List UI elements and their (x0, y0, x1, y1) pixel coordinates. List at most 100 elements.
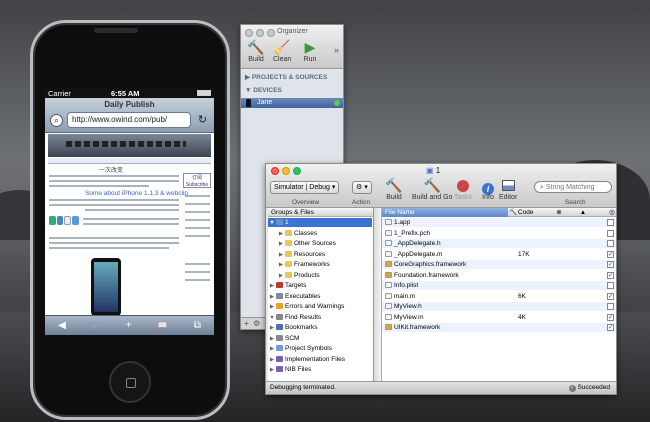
pages-icon[interactable]: ⧉ (194, 320, 201, 331)
disclosure-closed-icon[interactable]: ▶ (268, 324, 276, 333)
projects-section-label[interactable]: ▶ PROJECTS & SOURCES (245, 73, 327, 81)
tree-item[interactable]: ▶ Frameworks (268, 260, 372, 269)
tree-item[interactable]: ▼ 1 (268, 218, 372, 227)
search-field[interactable]: ⌕ String Matching (534, 181, 612, 193)
tree-item[interactable]: ▶ Products (268, 271, 372, 280)
window-controls[interactable] (271, 167, 301, 175)
article-title-link[interactable]: Some about iPhone 1.1.3 & webclip (85, 190, 188, 197)
gear-icon[interactable]: ⚙ (253, 319, 260, 328)
disclosure-open-icon[interactable]: ▼ (268, 219, 276, 228)
target-checkbox[interactable]: ✓ (607, 271, 614, 279)
disclosure-closed-icon[interactable]: ▶ (277, 240, 285, 249)
file-row[interactable]: Info.plist (382, 281, 616, 290)
target-checkbox[interactable]: ✓ (607, 261, 614, 268)
file-row[interactable]: CoreGraphics.framework ✓ (382, 260, 616, 269)
target-checkbox[interactable] (607, 303, 614, 310)
build-column-icon[interactable]: 🔨 (509, 208, 517, 217)
disclosure-open-icon[interactable]: ▼ (268, 314, 276, 323)
tasks-button[interactable]: Tasks (454, 177, 472, 201)
target-checkbox[interactable]: ✓ (607, 313, 614, 321)
tree-item-label: SCM (285, 334, 300, 342)
tree-item[interactable]: ▶ Resources (268, 250, 372, 259)
window-controls[interactable] (245, 29, 275, 37)
tree-item[interactable]: ▼ Find Results (268, 313, 372, 322)
build-button[interactable]: 🔨 Build (247, 39, 265, 63)
tree-item[interactable]: ▶ Classes (268, 229, 372, 238)
close-icon[interactable] (245, 29, 253, 37)
tree-item[interactable]: ▶ SCM (268, 334, 372, 343)
disclosure-closed-icon[interactable]: ▶ (268, 366, 276, 375)
web-content[interactable]: 一次改变 Some about iPhone 1.1.3 & webclip 订… (45, 133, 214, 315)
close-icon[interactable] (271, 167, 279, 175)
add-icon[interactable]: + (126, 320, 132, 331)
back-icon[interactable]: ◀ (58, 320, 66, 331)
run-button[interactable]: ▶ Run (301, 39, 319, 63)
disclosure-closed-icon[interactable]: ▶ (277, 272, 285, 281)
tree-item[interactable]: ▶ Implementation Files (268, 355, 372, 364)
disclosure-closed-icon[interactable]: ▶ (277, 251, 285, 260)
tree-item[interactable]: ▶ Bookmarks (268, 323, 372, 332)
bookmarks-icon[interactable]: 📖 (158, 321, 168, 330)
file-row[interactable]: MyView.m 4K ✓ (382, 313, 616, 322)
file-row[interactable]: Foundation.framework ✓ (382, 271, 616, 280)
target-checkbox[interactable] (607, 229, 614, 237)
target-checkbox[interactable]: ✓ (607, 324, 614, 331)
disclosure-closed-icon[interactable]: ▶ (277, 230, 285, 239)
add-icon[interactable]: + (244, 319, 249, 328)
device-row[interactable]: Jane (241, 98, 343, 108)
subscribe-box[interactable]: 订阅 Subscribe (183, 173, 211, 188)
more-icon[interactable]: » (334, 45, 339, 55)
disclosure-closed-icon[interactable]: ▶ (268, 345, 276, 354)
config-popup[interactable]: Simulator | Debug ▾ (270, 181, 340, 194)
forward-icon[interactable]: ▶ (92, 320, 100, 331)
clean-button[interactable]: 🧹 Clean (273, 39, 291, 63)
target-checkbox[interactable]: ✓ (607, 250, 614, 258)
groups-header[interactable]: Groups & Files (268, 208, 373, 217)
target-column-icon[interactable]: ◎ (607, 208, 617, 217)
disclosure-closed-icon[interactable]: ▶ (268, 335, 276, 344)
file-name-column-header[interactable]: File Name (382, 208, 508, 217)
file-row[interactable]: 1_Prefix.pch (382, 229, 616, 238)
disclosure-closed-icon[interactable]: ▶ (268, 356, 276, 365)
file-row[interactable]: _AppDelegate.m 17K ✓ (382, 250, 616, 259)
tree-item[interactable]: ▶ Targets (268, 281, 372, 290)
disclosure-closed-icon[interactable]: ▶ (268, 303, 276, 312)
file-row[interactable]: UIKit.framework ✓ (382, 323, 616, 332)
tree-item[interactable]: ▶ Project Symbols (268, 344, 372, 353)
minimize-icon[interactable] (256, 29, 264, 37)
zoom-icon[interactable] (267, 29, 275, 37)
tree-item[interactable]: ▶ Other Sources (268, 239, 372, 248)
info-button[interactable]: i Info (479, 177, 497, 201)
home-button[interactable] (109, 361, 151, 403)
reload-icon[interactable]: ↻ (196, 114, 209, 127)
target-checkbox[interactable] (607, 219, 614, 226)
errors-column-icon[interactable]: ⊗ (554, 208, 564, 217)
target-checkbox[interactable] (607, 282, 614, 289)
site-nav-tabs[interactable] (48, 158, 211, 164)
file-row[interactable]: _AppDelegate.h (382, 239, 616, 248)
zoom-icon[interactable] (293, 167, 301, 175)
warnings-column-icon[interactable]: ▲ (578, 208, 588, 217)
editor-button[interactable]: Editor (499, 177, 517, 201)
tree-item[interactable]: ▶ NIB Files (268, 365, 372, 374)
devices-section-label[interactable]: ▼ DEVICES (245, 87, 282, 94)
url-field[interactable]: http://www.owind.com/pub/ (67, 112, 191, 128)
build-button[interactable]: 🔨 Build (385, 177, 403, 201)
disclosure-closed-icon[interactable]: ▶ (268, 293, 276, 302)
search-icon[interactable]: ⌕ (50, 114, 63, 127)
disclosure-closed-icon[interactable]: ▶ (268, 282, 276, 291)
build-and-go-button[interactable]: 🔨 Build and Go (412, 177, 452, 201)
groups-scrollbar[interactable] (374, 208, 382, 382)
file-row[interactable]: 1.app (382, 218, 616, 227)
disclosure-closed-icon[interactable]: ▶ (277, 261, 285, 270)
file-row[interactable]: MyView.h (382, 302, 616, 311)
tree-item[interactable]: ▶ Executables (268, 292, 372, 301)
target-checkbox[interactable] (607, 240, 614, 247)
minimize-icon[interactable] (282, 167, 290, 175)
tree-item[interactable]: ▶ Errors and Warnings (268, 302, 372, 311)
action-popup[interactable]: ⚙ ▾ (352, 181, 372, 194)
code-column-header[interactable]: Code (518, 208, 534, 217)
target-checkbox[interactable]: ✓ (607, 292, 614, 300)
xcode-titlebar: ▣ 1 Simulator | Debug ▾ ⚙ ▾ 🔨 Build 🔨 Buil… (266, 164, 616, 208)
file-row[interactable]: main.m 6K ✓ (382, 292, 616, 301)
